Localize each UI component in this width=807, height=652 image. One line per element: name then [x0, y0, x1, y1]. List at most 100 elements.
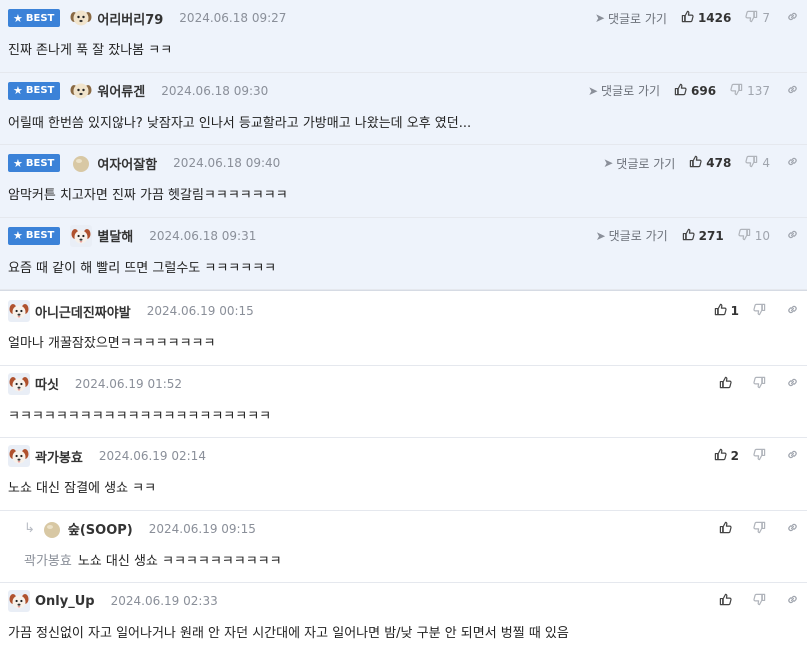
comment-date: 2024.06.18 09:40: [173, 156, 281, 170]
best-badge: ★ BEST: [8, 154, 61, 172]
dislike-button[interactable]: 7: [745, 10, 770, 26]
thumb-up-icon: [714, 448, 727, 464]
like-button[interactable]: [719, 521, 739, 537]
comment: 곽가봉효 2024.06.19 02:14 2 노쇼 대신 잠결에 생쇼 ㅋㅋ: [0, 438, 807, 511]
thumb-down-icon: [753, 376, 766, 392]
comment-date: 2024.06.18 09:30: [161, 83, 269, 98]
best-comment: ★ BEST 워어류겐 2024.06.18 09:30 ➤ 댓글로 가기 696 137 어릴…: [0, 72, 807, 145]
link-icon[interactable]: [786, 448, 799, 464]
nickname[interactable]: 별달해: [97, 226, 133, 245]
puppy-avatar[interactable]: [70, 80, 92, 102]
best-comment: ★ BEST 어리버리79 2024.06.18 09:27 ➤ 댓글로 가기 1426 7 진…: [0, 0, 807, 73]
link-icon[interactable]: [786, 155, 799, 171]
link-icon[interactable]: [786, 376, 799, 392]
thumb-up-icon: [681, 10, 694, 26]
nickname[interactable]: Only_Up: [35, 594, 95, 609]
comment-header: ↳ 숲(SOOP) 2024.06.19 09:15: [24, 518, 799, 540]
link-icon[interactable]: [786, 303, 799, 319]
best-comment: ★ BEST 여자어잘함 2024.06.18 09:40 ➤ 댓글로 가기 478 4 암막커…: [0, 145, 807, 218]
like-count: 1: [730, 304, 739, 318]
dislike-button[interactable]: [753, 448, 770, 464]
comment-header: ★ BEST 여자어잘함 2024.06.18 09:40 ➤ 댓글로 가기 478 4: [8, 152, 799, 174]
egg-avatar[interactable]: [70, 152, 92, 174]
comment-header: 곽가봉효 2024.06.19 02:14 2: [8, 445, 799, 467]
nickname[interactable]: 아니근데진짜야발: [35, 302, 131, 321]
comment-text: ㅋㅋㅋㅋㅋㅋㅋㅋㅋㅋㅋㅋㅋㅋㅋㅋㅋㅋㅋㅋㅋㅋ: [8, 408, 272, 424]
thumb-down-icon: [738, 228, 751, 244]
link-icon[interactable]: [786, 10, 799, 26]
dislike-button[interactable]: 10: [738, 228, 770, 244]
mention[interactable]: 곽가봉효: [24, 554, 72, 569]
like-count: 2: [730, 449, 739, 463]
dislike-button[interactable]: 137: [730, 83, 770, 99]
thumb-down-icon: [745, 155, 758, 171]
dislike-button[interactable]: [753, 376, 770, 392]
send-arrow-icon: ➤: [587, 83, 599, 98]
like-button[interactable]: 696: [674, 83, 716, 99]
comment-text: 얼마나 개꿀잠잤으면ㅋㅋㅋㅋㅋㅋㅋㅋ: [8, 336, 216, 351]
link-icon[interactable]: [786, 228, 799, 244]
dog-avatar[interactable]: [70, 224, 93, 247]
reply-arrow-icon: ↳: [24, 521, 35, 536]
comment-actions: 1: [714, 300, 799, 322]
comment: 따싯 2024.06.19 01:52 ㅋㅋㅋㅋㅋㅋㅋㅋㅋㅋㅋㅋㅋㅋㅋㅋㅋㅋㅋㅋㅋㅋ: [0, 365, 807, 438]
dog-avatar[interactable]: [8, 445, 30, 467]
dislike-count: 10: [754, 228, 770, 243]
dislike-count: 137: [747, 83, 770, 98]
star-icon: ★: [13, 156, 23, 170]
comment-date: 2024.06.19 00:15: [146, 304, 254, 318]
dog-avatar[interactable]: [8, 300, 30, 322]
goto-comment-link[interactable]: ➤ 댓글로 가기: [595, 10, 667, 27]
like-button[interactable]: 2: [714, 448, 739, 464]
thumb-up-icon: [719, 376, 732, 392]
thumb-down-icon: [745, 10, 758, 26]
link-icon[interactable]: [786, 593, 799, 609]
comment-actions: ➤ 댓글로 가기 478 4: [603, 152, 799, 174]
dog-avatar[interactable]: [8, 372, 30, 395]
comment-text: 곽가봉효 노쇼 대신 생쇼 ㅋㅋㅋㅋㅋㅋㅋㅋㅋㅋ: [24, 553, 282, 569]
send-arrow-icon: ➤: [603, 156, 614, 170]
dislike-button[interactable]: [753, 521, 770, 537]
comment-text: 진짜 존나게 푹 잘 잤나봄 ㅋㅋ: [8, 43, 173, 58]
comment-text: 암막커튼 치고자면 진짜 가끔 헷갈림ㅋㅋㅋㅋㅋㅋㅋ: [8, 188, 288, 203]
dislike-button[interactable]: [753, 303, 770, 319]
dislike-count: 4: [762, 156, 770, 170]
dislike-button[interactable]: 4: [745, 155, 770, 171]
like-button[interactable]: 271: [682, 228, 724, 244]
nickname[interactable]: 워어류겐: [97, 81, 145, 100]
like-button[interactable]: [719, 376, 739, 392]
star-icon: ★: [13, 84, 23, 97]
like-button[interactable]: 1426: [681, 10, 731, 26]
link-icon[interactable]: [786, 83, 799, 99]
like-button[interactable]: 478: [689, 155, 731, 171]
like-count: 478: [706, 156, 732, 170]
like-button[interactable]: [719, 593, 739, 609]
dog-avatar[interactable]: [8, 590, 30, 612]
send-arrow-icon: ➤: [594, 11, 605, 25]
like-count: 696: [691, 83, 717, 98]
like-button[interactable]: 1: [714, 303, 739, 319]
nickname[interactable]: 여자어잘함: [97, 154, 157, 173]
nickname[interactable]: 곽가봉효: [35, 447, 83, 466]
thumb-down-icon: [753, 303, 766, 319]
send-arrow-icon: ➤: [595, 228, 606, 243]
comment-actions: ➤ 댓글로 가기 696 137: [588, 80, 799, 102]
link-icon[interactable]: [786, 521, 799, 537]
goto-comment-link[interactable]: ➤ 댓글로 가기: [603, 155, 675, 172]
comment: 아니근데진짜야발 2024.06.19 00:15 1 얼마나 개꿀잠잤으면ㅋㅋㅋㅋㅋ…: [0, 293, 807, 366]
thumb-down-icon: [730, 83, 743, 99]
comment-list: ★ BEST 어리버리79 2024.06.18 09:27 ➤ 댓글로 가기 1426 7 진…: [0, 0, 807, 652]
comment-text: 요즘 때 같이 해 빨리 뜨면 그럴수도 ㅋㅋㅋㅋㅋㅋ: [8, 260, 277, 276]
egg-avatar[interactable]: [41, 518, 63, 540]
dislike-button[interactable]: [753, 593, 770, 609]
nickname[interactable]: 어리버리79: [97, 9, 163, 28]
goto-comment-link[interactable]: ➤ 댓글로 가기: [596, 227, 668, 244]
puppy-avatar[interactable]: [70, 7, 92, 29]
star-icon: ★: [13, 229, 23, 242]
like-count: 1426: [697, 11, 732, 25]
comment-date: 2024.06.19 09:15: [148, 521, 256, 536]
goto-comment-link[interactable]: ➤ 댓글로 가기: [588, 82, 660, 99]
nickname[interactable]: 숲(SOOP): [68, 519, 133, 538]
nickname[interactable]: 따싯: [35, 374, 59, 393]
comment-header: 아니근데진짜야발 2024.06.19 00:15 1: [8, 300, 799, 322]
